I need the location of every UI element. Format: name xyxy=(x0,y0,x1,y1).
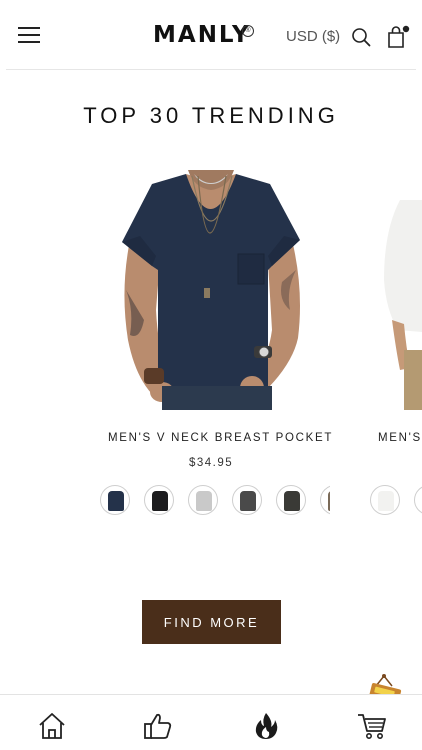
product-name[interactable]: MEN'S xyxy=(378,432,422,444)
bottom-navigation xyxy=(0,694,422,750)
find-more-button[interactable]: FIND MORE xyxy=(142,600,281,644)
color-swatches xyxy=(370,485,422,517)
color-swatch[interactable] xyxy=(276,485,306,515)
fire-icon[interactable] xyxy=(251,711,281,741)
menu-icon[interactable] xyxy=(18,27,40,45)
color-swatch[interactable] xyxy=(100,485,130,515)
swatch-shirt-thumbnail xyxy=(196,491,212,511)
swatch-shirt-thumbnail xyxy=(378,491,394,511)
color-swatch[interactable] xyxy=(414,485,422,515)
thumbs-up-icon[interactable] xyxy=(143,711,173,741)
swatch-shirt-thumbnail xyxy=(152,491,168,511)
product-image[interactable] xyxy=(100,170,322,410)
header-divider xyxy=(6,69,416,70)
home-icon[interactable] xyxy=(37,711,67,741)
color-swatch[interactable] xyxy=(370,485,400,515)
product-price: $34.95 xyxy=(189,457,234,469)
color-swatch[interactable] xyxy=(188,485,218,515)
shopping-bag-icon[interactable] xyxy=(386,25,410,49)
swatch-shirt-thumbnail xyxy=(108,491,124,511)
section-title: TOP 30 TRENDING xyxy=(83,103,339,128)
color-swatch[interactable] xyxy=(232,485,262,515)
search-icon[interactable] xyxy=(351,27,371,47)
color-swatch[interactable] xyxy=(144,485,174,515)
cart-icon[interactable] xyxy=(357,711,387,741)
currency-selector[interactable]: USD ($) xyxy=(286,28,340,45)
color-swatches xyxy=(100,485,330,517)
product-name[interactable]: MEN'S V NECK BREAST POCKET xyxy=(108,432,333,444)
color-swatch[interactable] xyxy=(320,485,330,515)
product-image[interactable] xyxy=(370,170,422,410)
brand-logo[interactable]: MANLY xyxy=(153,22,251,48)
swatch-shirt-thumbnail xyxy=(284,491,300,511)
registered-mark: ® xyxy=(242,25,254,37)
swatch-shirt-thumbnail xyxy=(240,491,256,511)
top-header: MANLY ® USD ($) xyxy=(0,0,422,70)
swatch-shirt-thumbnail xyxy=(328,491,330,511)
